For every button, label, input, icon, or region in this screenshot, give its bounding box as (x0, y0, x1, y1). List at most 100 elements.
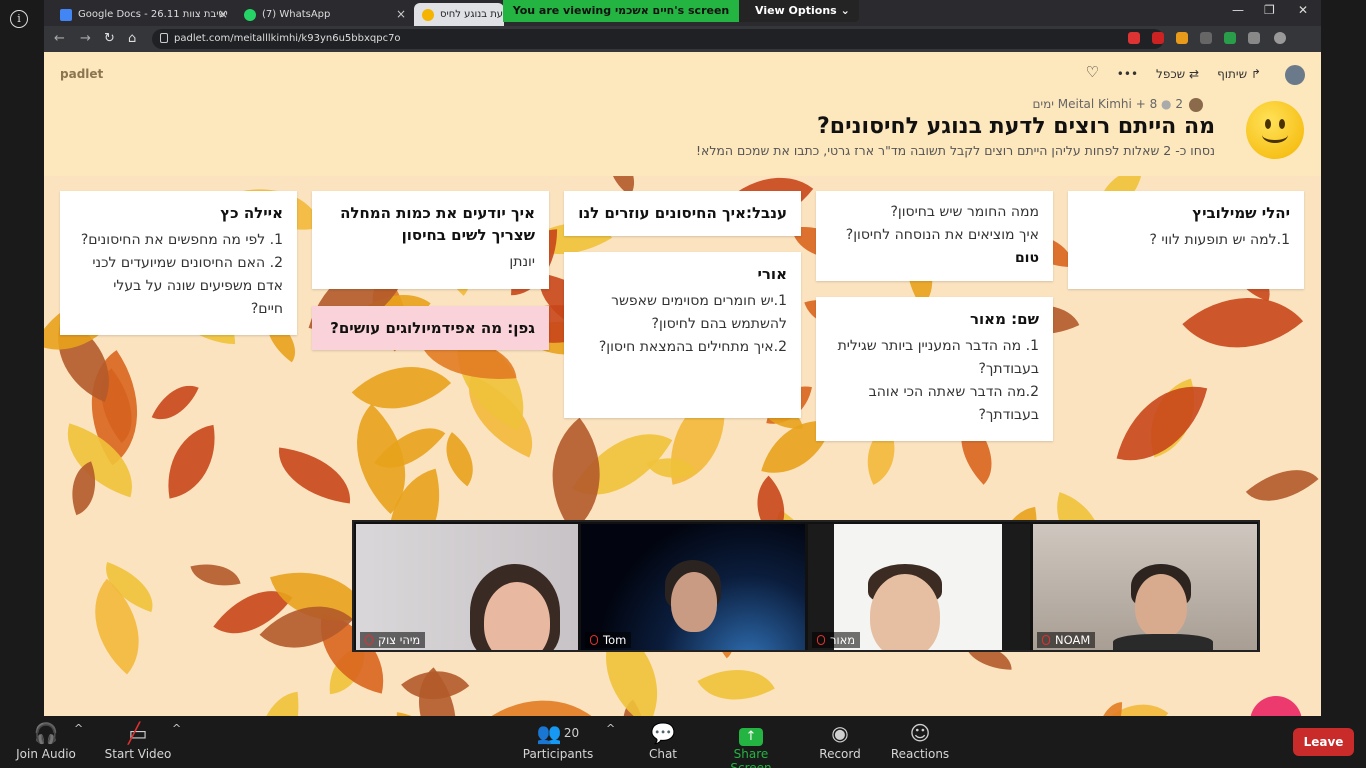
remake-label: שכפל (1156, 67, 1186, 81)
view-options-label: View Options (755, 4, 837, 17)
toolbar-label: Share Screen (730, 747, 772, 768)
whatsapp-icon (244, 9, 256, 21)
zoom-toolbar: 🎧 Join Audio ^ ▭ ╱ Start Video ^ 👥 20 Part… (0, 716, 1366, 768)
leaf-decoration (1245, 450, 1319, 521)
post-line: חיים? (250, 301, 283, 317)
participants-count: 20 (563, 726, 580, 740)
mic-muted-icon (817, 635, 825, 645)
extension-icon[interactable] (1176, 32, 1188, 44)
post-line: 2.איך מתחילים בהמצאת חיסון? (598, 339, 787, 355)
reload-icon[interactable]: ↻ (104, 31, 115, 47)
post-line: יונתן (509, 254, 535, 270)
screen: i Google Docs - 26.11 ישיבת צוות × (7) W… (0, 0, 1366, 768)
viewing-label: You are viewing חיים אשכמי's screen (503, 0, 739, 22)
video-tile[interactable]: מיהי צוק (356, 524, 578, 650)
video-tile[interactable]: Tom (581, 524, 805, 650)
post-line: 2.מה הדבר שאתה הכי אוהב (868, 384, 1039, 400)
post-card[interactable]: אורי 1.יש חומרים מסוימים שאפשר להשתמש בה… (564, 252, 801, 418)
participants-button[interactable]: 👥 20 Participants (522, 721, 594, 761)
remake-button[interactable]: ⇄ שכפל (1156, 67, 1199, 81)
reactions-icon: ☺ (909, 721, 931, 745)
forward-icon[interactable]: → (80, 31, 91, 47)
close-icon[interactable]: × (218, 3, 228, 26)
close-window-icon[interactable]: ✕ (1298, 3, 1308, 17)
minimize-icon[interactable]: — (1232, 3, 1244, 17)
post-card[interactable]: ענבל:איך החיסונים עוזרים לנו (564, 191, 801, 236)
start-video-button[interactable]: ▭ ╱ Start Video (104, 721, 172, 761)
post-line: 1. מה הדבר המעניין ביותר שגילית (837, 338, 1039, 354)
toolbar-label: Chat (648, 747, 678, 761)
post-card[interactable]: איך יודעים את כמות המחלה שצריך לשים בחיס… (312, 191, 549, 289)
leaf-decoration (697, 650, 776, 716)
mic-muted-icon (590, 635, 598, 645)
join-audio-button[interactable]: 🎧 Join Audio (14, 721, 78, 761)
more-button[interactable]: ••• (1117, 67, 1138, 81)
post-line: ממה החומר שיש בחיסון? (890, 204, 1039, 220)
tab-google-docs[interactable]: Google Docs - 26.11 ישיבת צוות × (52, 3, 234, 26)
post-title: גפן: מה אפידמיולוגים עושים? (330, 319, 535, 337)
participant-name: Tom (585, 632, 632, 648)
post-line: איך מוציאים את הנוסחה לחיסון? (845, 227, 1039, 243)
chevron-down-icon: ⌄ (840, 4, 850, 17)
mic-muted-icon (365, 635, 373, 645)
author-name: Meital Kimhi (1057, 97, 1132, 111)
toolbar-label: Record (819, 747, 861, 761)
post-line: בעבודתך? (978, 407, 1039, 423)
video-tile[interactable]: מאור (808, 524, 1030, 650)
post-card[interactable]: גפן: מה אפידמיולוגים עושים? (312, 306, 549, 350)
record-button[interactable]: ◉ Record (816, 721, 864, 761)
avatar[interactable] (1285, 65, 1305, 85)
video-tile[interactable]: NOAM (1033, 524, 1257, 650)
extension-icon[interactable] (1224, 32, 1236, 44)
post-card[interactable]: ממה החומר שיש בחיסון? איך מוציאים את הנו… (816, 191, 1053, 281)
post-card[interactable]: יהלי שמילוביץ 1.למה יש תופעות לווי ? (1068, 191, 1304, 289)
docs-icon (60, 9, 72, 21)
info-icon[interactable]: i (10, 10, 28, 28)
url-bar[interactable]: padlet.com/meitalllkimhi/k93yn6u5bbxqpc7… (152, 29, 1164, 49)
toolbar-label: Participants (522, 747, 594, 761)
tab-padlet[interactable]: מה הייתם רוצים לדעת בנוגע לחיס (414, 3, 504, 26)
reactions-button[interactable]: ☺ Reactions (890, 721, 950, 761)
post-line: 2. האם החיסונים שמיועדים לכני (92, 255, 283, 271)
post-line: להשתמש בהם לחיסון? (651, 316, 787, 332)
address-row: ← → ↻ ⌂ padlet.com/meitalllkimhi/k93yn6u… (44, 26, 1321, 52)
heart-icon[interactable]: ♡ (1086, 63, 1099, 81)
leaf-decoration (68, 578, 166, 675)
mic-muted-icon (1042, 635, 1050, 645)
leaf-decoration (491, 668, 609, 716)
participants-icon: 👥 20 (536, 721, 580, 745)
close-icon[interactable]: × (396, 3, 406, 26)
tab-whatsapp[interactable]: (7) WhatsApp × (236, 3, 412, 26)
home-icon[interactable]: ⌂ (128, 31, 136, 47)
back-icon[interactable]: ← (54, 31, 65, 47)
leave-button[interactable]: Leave (1293, 728, 1354, 756)
view-options-button[interactable]: View Options ⌄ (755, 0, 850, 22)
chevron-up-icon[interactable]: ^ (606, 722, 615, 735)
chat-button[interactable]: 💬 Chat (640, 721, 686, 761)
post-card[interactable]: איילה כץ 1. לפי מה מחפשים את החיסונים? 2… (60, 191, 297, 335)
extension-icon[interactable] (1200, 32, 1212, 44)
post-author: טום (1014, 250, 1039, 266)
padlet-meta: Meital Kimhi + 8 ● 2 ימים (1032, 97, 1203, 112)
chat-icon: 💬 (650, 721, 676, 745)
padlet-logo[interactable]: padlet (60, 67, 103, 81)
puzzle-icon[interactable] (1248, 32, 1260, 44)
smiley-icon (1246, 101, 1304, 159)
profile-icon[interactable] (1274, 32, 1286, 44)
share-screen-button[interactable]: ↑ Share Screen (712, 721, 790, 768)
extension-icon[interactable] (1152, 32, 1164, 44)
chevron-up-icon[interactable]: ^ (74, 722, 83, 735)
zoom-side-strip: i (0, 0, 44, 716)
page-description: נסחו כ- 2 שאלות לפחות עליהן הייתם רוצים … (695, 143, 1215, 158)
extension-icon[interactable] (1128, 32, 1140, 44)
maximize-icon[interactable]: ❐ (1264, 3, 1275, 17)
share-button[interactable]: ↱ שיתוף (1217, 67, 1261, 81)
post-card[interactable]: שם: מאור 1. מה הדבר המעניין ביותר שגילית… (816, 297, 1053, 441)
padlet-header: padlet ♡ ↱ שיתוף ⇄ שכפל ••• Meital Kimhi… (44, 52, 1321, 176)
tab-title: מה הייתם רוצים לדעת בנוגע לחיס (440, 9, 504, 20)
leaf-decoration (190, 556, 241, 594)
share-screen-icon: ↑ (712, 721, 790, 746)
padlet-actions: ↱ שיתוף ⇄ שכפל ••• (1117, 67, 1261, 81)
chevron-up-icon[interactable]: ^ (172, 722, 181, 735)
post-line: אדם משפיעים שונה על בעלי (113, 278, 283, 294)
